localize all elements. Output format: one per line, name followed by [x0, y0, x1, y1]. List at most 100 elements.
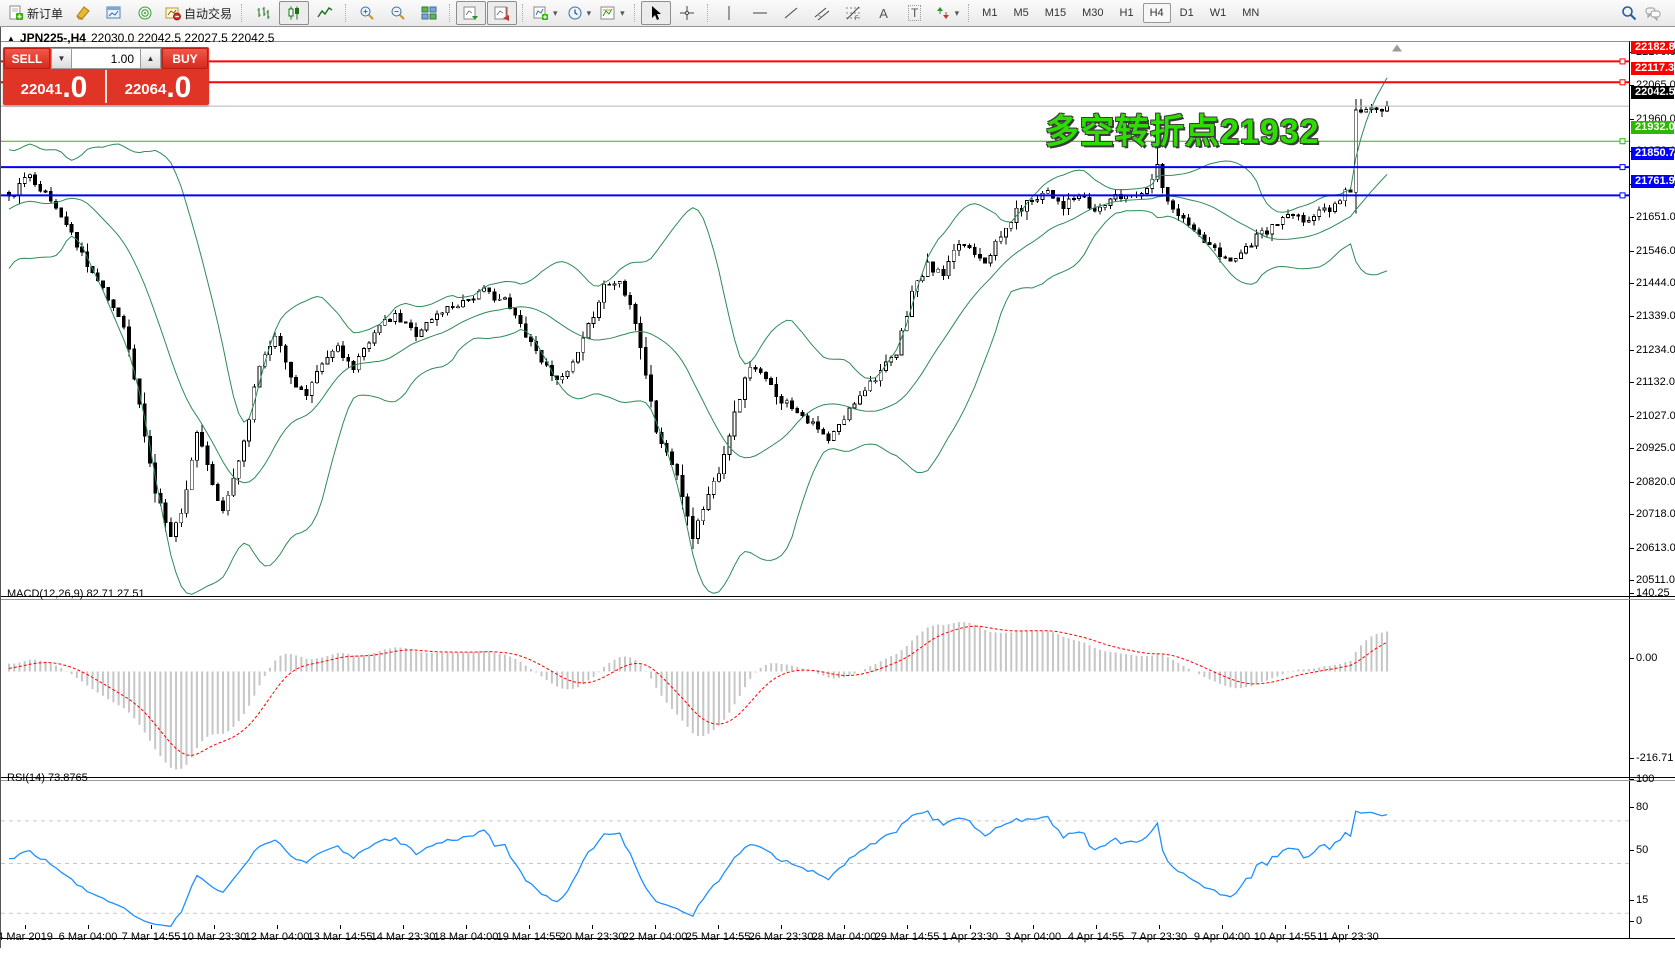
time-axis-label: 10 Mar 23:30 [182, 931, 247, 943]
rsi-line [9, 811, 1387, 926]
timeframe-h1[interactable]: H1 [1113, 3, 1141, 23]
templates-button[interactable]: ▾ [596, 1, 629, 25]
new-order-button[interactable]: 新订单 [4, 1, 67, 25]
price-tick-label: 21132.0 [1636, 376, 1675, 388]
volume-input[interactable] [72, 48, 140, 69]
timeframe-m30[interactable]: M30 [1075, 3, 1110, 23]
vertical-line-tool-button[interactable] [714, 1, 744, 25]
new-order-icon [8, 5, 24, 21]
toolbar-right-group [1621, 5, 1661, 21]
axis-tick-mark [1629, 119, 1634, 120]
chart-shift-marker [1392, 45, 1402, 52]
buy-price-pips: .0 [166, 74, 191, 102]
time-axis-label: 13 Mar 14:55 [308, 931, 373, 943]
chart-shift-icon [494, 5, 510, 21]
dropdown-caret: ▾ [587, 8, 592, 19]
timeframe-d1[interactable]: D1 [1173, 3, 1201, 23]
chart-annotation-text: 多空转折点21932 [1045, 104, 1320, 153]
bar-chart-button[interactable] [248, 1, 278, 25]
indicators-button[interactable]: ▾ [529, 1, 562, 25]
timeframe-group: M1M5M15M30H1H4D1W1MN [975, 3, 1266, 23]
fibonacci-tool-button[interactable]: F [838, 1, 868, 25]
radar-icon [137, 5, 153, 21]
sell-price[interactable]: 22041 .0 [3, 70, 105, 103]
cursor-icon [648, 5, 664, 21]
timeframe-mn[interactable]: MN [1235, 3, 1266, 23]
trade-panel-price-row: 22041 .0 22064 .0 [3, 70, 209, 103]
sell-button[interactable]: SELL [4, 48, 50, 69]
tile-windows-icon [421, 5, 437, 21]
volume-decrease-button[interactable]: ▼ [51, 48, 72, 69]
axis-tick-mark [1629, 900, 1634, 901]
volume-increase-button[interactable]: ▲ [140, 48, 161, 69]
collapse-panel-arrow[interactable]: ▲ [7, 34, 15, 43]
fibonacci-icon: F [845, 5, 861, 21]
time-axis-label: 26 Mar 23:30 [749, 931, 814, 943]
time-axis-label: 20 Mar 23:30 [560, 931, 625, 943]
level-price-label: 21932.0 [1631, 121, 1674, 134]
timeframe-w1[interactable]: W1 [1203, 3, 1234, 23]
axis-tick-mark [1629, 350, 1634, 351]
crosshair-tool-button[interactable] [672, 1, 702, 25]
zoom-in-button[interactable] [352, 1, 382, 25]
chart-window[interactable]: ▲ JPN225-,H4 22030.0 22042.5 22027.5 220… [0, 27, 1675, 948]
tile-windows-button[interactable] [414, 1, 444, 25]
arrows-tool-button[interactable]: ▾ [931, 1, 964, 25]
data-feed-button[interactable] [130, 1, 160, 25]
axis-tick-mark [1629, 758, 1634, 759]
timeframe-m5[interactable]: M5 [1006, 3, 1035, 23]
toolbar: 新订单 自动交易 [0, 0, 1675, 27]
styler-button[interactable] [68, 1, 98, 25]
line-chart-button[interactable] [310, 1, 340, 25]
axis-tick-mark [1629, 593, 1634, 594]
price-tick-label: 20820.0 [1636, 476, 1675, 488]
time-axis-label: 1 Apr 23:30 [942, 931, 998, 943]
chart-shift-button[interactable] [487, 1, 517, 25]
level-price-label: 21850.7 [1631, 147, 1674, 160]
cursor-tool-button[interactable] [641, 1, 671, 25]
buy-price[interactable]: 22064 .0 [107, 70, 209, 103]
axis-tick-mark [1629, 658, 1634, 659]
chart-title: ▲ JPN225-,H4 22030.0 22042.5 22027.5 220… [7, 31, 274, 45]
candlestick-chart-button[interactable] [279, 1, 309, 25]
macd-tick-label: 140.25 [1636, 587, 1670, 599]
auto-trading-label: 自动交易 [184, 5, 232, 22]
label-tool-button[interactable]: T [900, 1, 930, 25]
price-tick-label: 20718.0 [1636, 508, 1675, 520]
time-axis-label: 7 Mar 14:55 [122, 931, 181, 943]
text-tool-button[interactable]: A [869, 1, 899, 25]
chart-canvas[interactable] [1, 27, 1675, 975]
axis-tick-mark [1629, 416, 1634, 417]
price-tick-label: 20925.0 [1636, 442, 1675, 454]
macd-indicator-label: MACD(12,26,9) 82.71 27.51 [7, 588, 145, 600]
axis-tick-mark [1629, 251, 1634, 252]
candlestick-chart-icon [286, 5, 302, 21]
one-click-trade-panel: SELL ▼ ▲ BUY 22041 .0 22064 .0 [3, 47, 209, 105]
zoom-out-icon [390, 5, 406, 21]
level-price-label: 22182.8 [1631, 41, 1674, 54]
label-tool-icon: T [908, 5, 921, 21]
trendline-tool-button[interactable] [776, 1, 806, 25]
periods-button[interactable]: ▾ [563, 1, 596, 25]
auto-scroll-button[interactable] [456, 1, 486, 25]
timeframe-m1[interactable]: M1 [975, 3, 1004, 23]
horizontal-line-tool-button[interactable] [745, 1, 775, 25]
timeframe-m15[interactable]: M15 [1038, 3, 1073, 23]
buy-button[interactable]: BUY [162, 48, 208, 69]
time-axis-label: 19 Mar 14:55 [497, 931, 562, 943]
axis-tick-mark [1629, 448, 1634, 449]
timeframe-h4[interactable]: H4 [1143, 3, 1171, 23]
zoom-out-button[interactable] [383, 1, 413, 25]
bar-chart-icon [255, 5, 271, 21]
rsi-tick-label: 50 [1636, 844, 1648, 856]
rsi-tick-label: 15 [1636, 894, 1648, 906]
current-price-label: 22042.5 [1631, 86, 1674, 99]
search-icon[interactable] [1621, 5, 1637, 21]
axis-tick-mark [1629, 283, 1634, 284]
auto-trading-button[interactable]: 自动交易 [161, 1, 236, 25]
channel-tool-button[interactable] [807, 1, 837, 25]
time-axis-label: 3 Apr 04:00 [1005, 931, 1061, 943]
crayon-icon [75, 5, 91, 21]
chat-icon[interactable] [1645, 5, 1661, 21]
market-watch-button[interactable] [99, 1, 129, 25]
